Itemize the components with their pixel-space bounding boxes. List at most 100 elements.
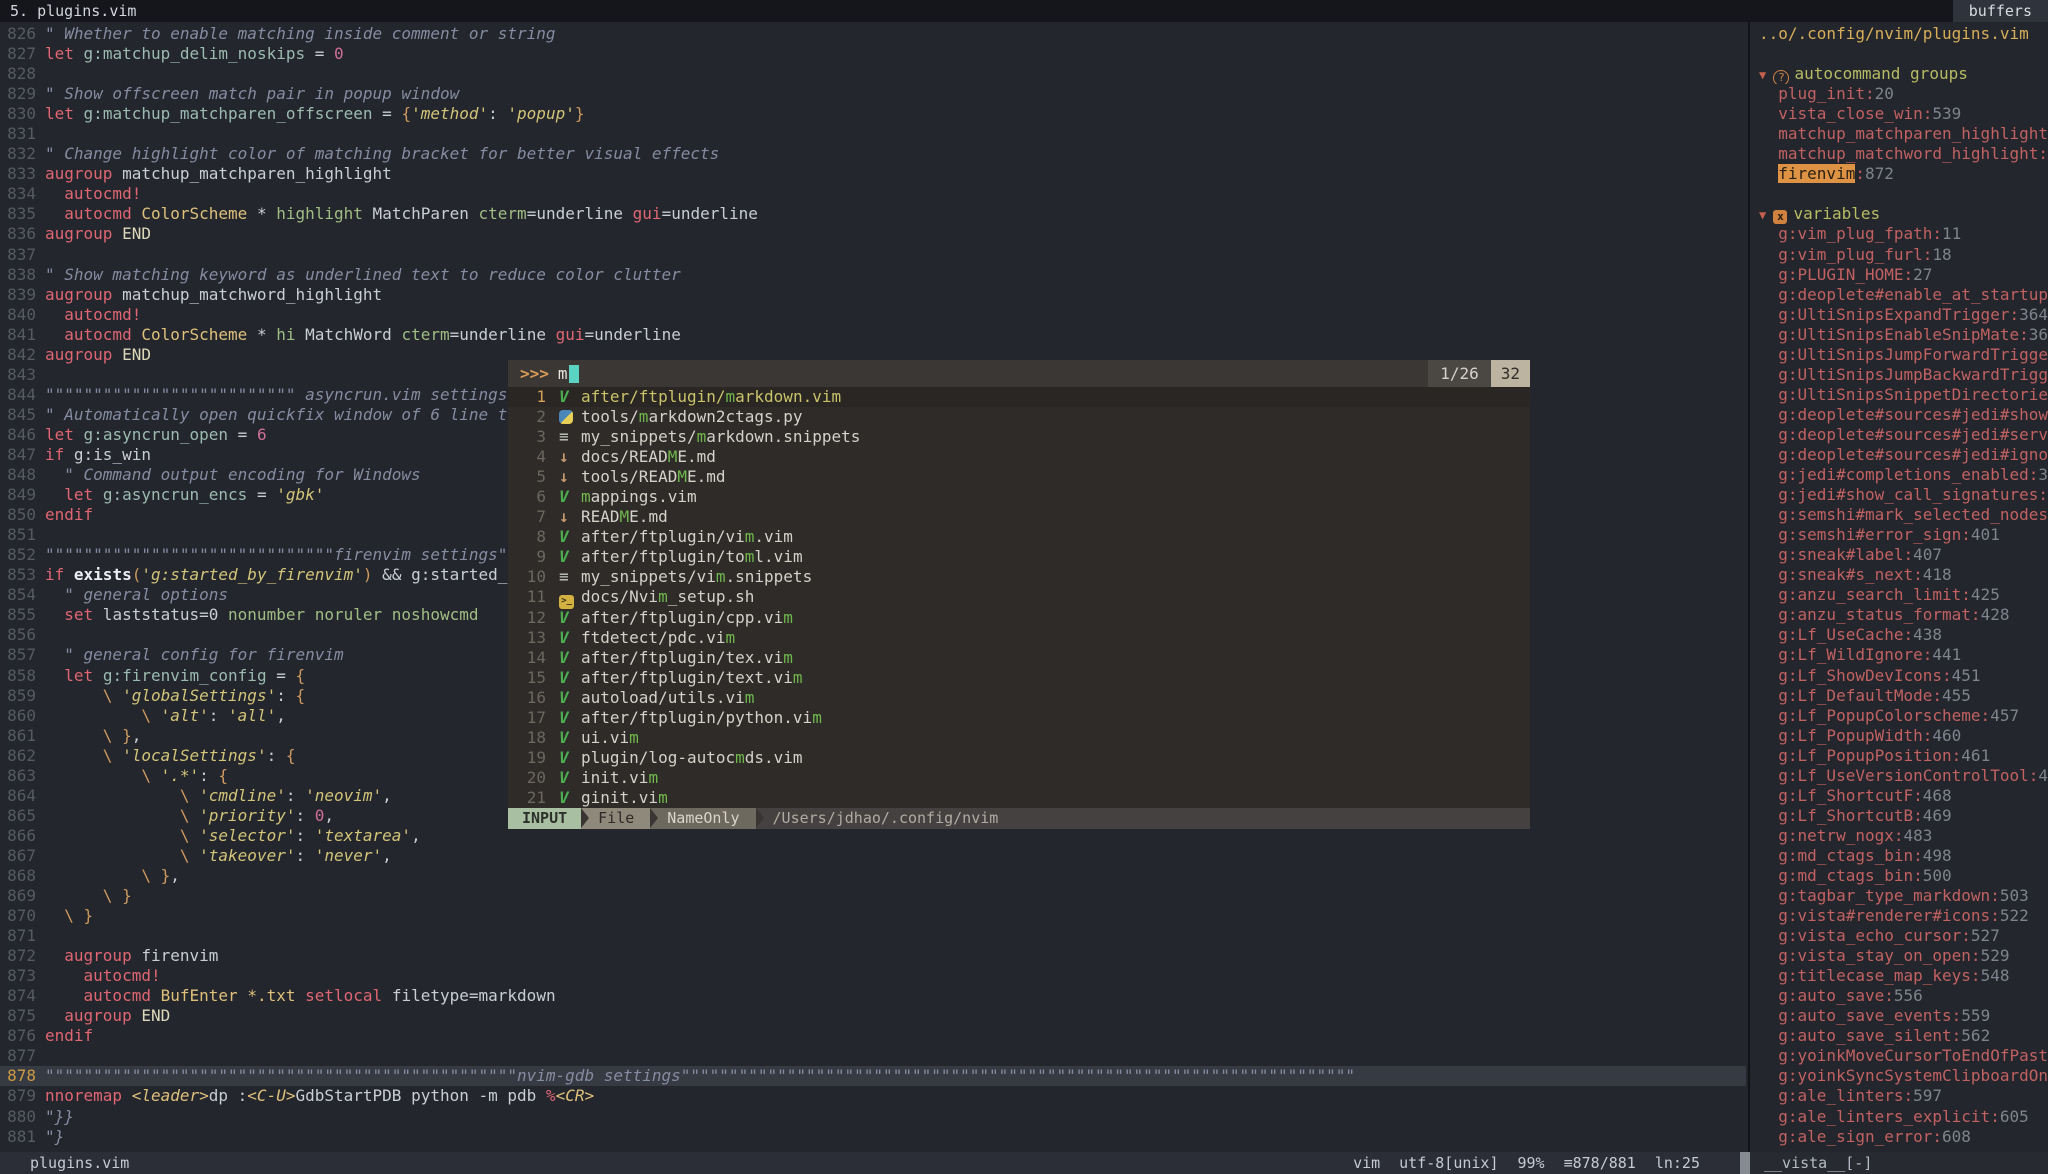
sidebar-tag-row[interactable]: g:vim_plug_furl:18: [1759, 245, 2048, 265]
sidebar-tag-row[interactable]: g:Lf_DefaultMode:455: [1759, 686, 2048, 706]
search-query-input[interactable]: m: [558, 364, 568, 383]
code-line[interactable]: 827let g:matchup_delim_noskips = 0: [0, 44, 1746, 64]
sidebar-tag-row[interactable]: g:Lf_UseCache:438: [1759, 625, 2048, 645]
file-list-item[interactable]: 15after/ftplugin/text.vim: [508, 668, 1530, 688]
sidebar-tag-row[interactable]: g:UltiSnipsExpandTrigger:364: [1759, 305, 2048, 325]
file-list-item[interactable]: 21ginit.vim: [508, 788, 1530, 808]
file-list-item[interactable]: 14after/ftplugin/tex.vim: [508, 648, 1530, 668]
file-list-item[interactable]: 19plugin/log-autocmds.vim: [508, 748, 1530, 768]
file-list-item[interactable]: 10my_snippets/vim.snippets: [508, 567, 1530, 587]
code-line[interactable]: 833augroup matchup_matchparen_highlight: [0, 164, 1746, 184]
sidebar-tag-row[interactable]: g:Lf_PopupPosition:461: [1759, 746, 2048, 766]
file-list-item[interactable]: 4docs/README.md: [508, 447, 1530, 467]
sidebar-tag-row[interactable]: g:jedi#show_call_signatures:: [1759, 485, 2048, 505]
code-line[interactable]: 867 \ 'takeover': 'never',: [0, 846, 1746, 866]
file-list-item[interactable]: 9after/ftplugin/toml.vim: [508, 547, 1530, 567]
file-list-item[interactable]: 18ui.vim: [508, 728, 1530, 748]
file-list-item[interactable]: 3my_snippets/markdown.snippets: [508, 427, 1530, 447]
tab-current-buffer[interactable]: 5. plugins.vim: [0, 0, 136, 22]
code-line[interactable]: 881"}: [0, 1127, 1746, 1147]
code-line-cursor[interactable]: 878"""""""""""""""""""""""""""""""""""""…: [0, 1066, 1746, 1086]
code-line[interactable]: 826" Whether to enable matching inside c…: [0, 24, 1746, 44]
sidebar-tag-row[interactable]: firenvim:872: [1759, 164, 2048, 184]
sidebar-tag-row[interactable]: g:deoplete#enable_at_startup: [1759, 285, 2048, 305]
sidebar-tag-row[interactable]: g:Lf_ShortcutB:469: [1759, 806, 2048, 826]
code-line[interactable]: 830let g:matchup_matchparen_offscreen = …: [0, 104, 1746, 124]
sidebar-tag-row[interactable]: matchup_matchparen_highlight:: [1759, 124, 2048, 144]
file-list-item[interactable]: 6mappings.vim: [508, 487, 1530, 507]
sidebar-tag-row[interactable]: g:sneak#s_next:418: [1759, 565, 2048, 585]
code-line[interactable]: 828: [0, 64, 1746, 84]
file-list-item[interactable]: 20init.vim: [508, 768, 1530, 788]
code-line[interactable]: 869 \ }: [0, 886, 1746, 906]
code-line[interactable]: 835 autocmd ColorScheme * highlight Matc…: [0, 204, 1746, 224]
sidebar-tag-row[interactable]: g:vim_plug_fpath:11: [1759, 224, 2048, 244]
sidebar-tag-row[interactable]: g:md_ctags_bin:498: [1759, 846, 2048, 866]
code-line[interactable]: 874 autocmd BufEnter *.txt setlocal file…: [0, 986, 1746, 1006]
code-line[interactable]: 838" Show matching keyword as underlined…: [0, 265, 1746, 285]
sidebar-tag-row[interactable]: g:vista_stay_on_open:529: [1759, 946, 2048, 966]
sidebar-section-header[interactable]: ▼ ?autocommand groups: [1759, 64, 2048, 84]
file-list-item[interactable]: 8after/ftplugin/vim.vim: [508, 527, 1530, 547]
sidebar-tag-row[interactable]: g:UltiSnipsEnableSnipMate:36: [1759, 325, 2048, 345]
file-list-item[interactable]: 7README.md: [508, 507, 1530, 527]
code-line[interactable]: 829" Show offscreen match pair in popup …: [0, 84, 1746, 104]
sidebar-tag-row[interactable]: g:UltiSnipsJumpBackwardTrigg: [1759, 365, 2048, 385]
file-list-item[interactable]: 11docs/Nvim_setup.sh: [508, 587, 1530, 607]
code-line[interactable]: 841 autocmd ColorScheme * hi MatchWord c…: [0, 325, 1746, 345]
sidebar-tag-row[interactable]: g:semshi#mark_selected_nodes: [1759, 505, 2048, 525]
fuzzy-input-bar[interactable]: >>> m 1/26 32: [508, 360, 1530, 387]
sidebar-tag-row[interactable]: g:Lf_ShortcutF:468: [1759, 786, 2048, 806]
sidebar-tag-row[interactable]: g:vista_echo_cursor:527: [1759, 926, 2048, 946]
statusline-window-separator[interactable]: [1740, 1152, 1750, 1174]
sidebar-tag-row[interactable]: g:Lf_UseVersionControlTool:4: [1759, 766, 2048, 786]
code-line[interactable]: 832" Change highlight color of matching …: [0, 144, 1746, 164]
code-line[interactable]: 879nnoremap <leader>dp :<C-U>GdbStartPDB…: [0, 1086, 1746, 1106]
code-line[interactable]: 872 augroup firenvim: [0, 946, 1746, 966]
sidebar-tag-row[interactable]: g:md_ctags_bin:500: [1759, 866, 2048, 886]
sidebar-tag-row[interactable]: plug_init:20: [1759, 84, 2048, 104]
sidebar-tag-row[interactable]: g:jedi#completions_enabled:3: [1759, 465, 2048, 485]
code-line[interactable]: 831: [0, 124, 1746, 144]
code-line[interactable]: 877: [0, 1046, 1746, 1066]
sidebar-tag-row[interactable]: g:netrw_nogx:483: [1759, 826, 2048, 846]
code-line[interactable]: 868 \ },: [0, 866, 1746, 886]
sidebar-tag-row[interactable]: g:Lf_ShowDevIcons:451: [1759, 666, 2048, 686]
code-line[interactable]: 834 autocmd!: [0, 184, 1746, 204]
sidebar-tag-row[interactable]: g:tagbar_type_markdown:503: [1759, 886, 2048, 906]
file-list-item-selected[interactable]: 1after/ftplugin/markdown.vim: [508, 387, 1530, 407]
sidebar-tag-row[interactable]: g:UltiSnipsJumpForwardTrigge: [1759, 345, 2048, 365]
sidebar-tag-row[interactable]: g:yoinkSyncSystemClipboardOn: [1759, 1066, 2048, 1086]
sidebar-tag-row[interactable]: g:ale_linters_explicit:605: [1759, 1107, 2048, 1127]
sidebar-tag-row[interactable]: g:anzu_search_limit:425: [1759, 585, 2048, 605]
file-list-item[interactable]: 16autoload/utils.vim: [508, 688, 1530, 708]
code-line[interactable]: 870 \ }: [0, 906, 1746, 926]
code-line[interactable]: 837: [0, 245, 1746, 265]
sidebar-tag-row[interactable]: g:Lf_PopupWidth:460: [1759, 726, 2048, 746]
code-line[interactable]: 880"}}: [0, 1107, 1746, 1127]
sidebar-tag-row[interactable]: g:titlecase_map_keys:548: [1759, 966, 2048, 986]
sidebar-tag-row[interactable]: g:auto_save:556: [1759, 986, 2048, 1006]
sidebar-tag-row[interactable]: g:PLUGIN_HOME:27: [1759, 265, 2048, 285]
file-list-item[interactable]: 17after/ftplugin/python.vim: [508, 708, 1530, 728]
code-line[interactable]: 876endif: [0, 1026, 1746, 1046]
code-line[interactable]: 836augroup END: [0, 224, 1746, 244]
code-line[interactable]: 875 augroup END: [0, 1006, 1746, 1026]
sidebar-tag-row[interactable]: g:UltiSnipsSnippetDirectorie: [1759, 385, 2048, 405]
sidebar-tag-row[interactable]: g:sneak#label:407: [1759, 545, 2048, 565]
sidebar-tag-row[interactable]: g:auto_save_silent:562: [1759, 1026, 2048, 1046]
sidebar-tag-row[interactable]: g:yoinkMoveCursorToEndOfPast: [1759, 1046, 2048, 1066]
sidebar-tag-row[interactable]: vista_close_win:539: [1759, 104, 2048, 124]
sidebar-tag-row[interactable]: g:anzu_status_format:428: [1759, 605, 2048, 625]
code-line[interactable]: 839augroup matchup_matchword_highlight: [0, 285, 1746, 305]
file-list-item[interactable]: 2tools/markdown2ctags.py: [508, 407, 1530, 427]
file-list-item[interactable]: 12after/ftplugin/cpp.vim: [508, 608, 1530, 628]
sidebar-tag-row[interactable]: g:auto_save_events:559: [1759, 1006, 2048, 1026]
code-line[interactable]: 840 autocmd!: [0, 305, 1746, 325]
sidebar-tag-row[interactable]: g:Lf_PopupColorscheme:457: [1759, 706, 2048, 726]
sidebar-tag-row[interactable]: g:deoplete#sources#jedi#igno: [1759, 445, 2048, 465]
sidebar-tag-row[interactable]: matchup_matchword_highlight:: [1759, 144, 2048, 164]
sidebar-tag-row[interactable]: g:deoplete#sources#jedi#show: [1759, 405, 2048, 425]
code-line[interactable]: 871: [0, 926, 1746, 946]
sidebar-tag-row[interactable]: g:semshi#error_sign:401: [1759, 525, 2048, 545]
